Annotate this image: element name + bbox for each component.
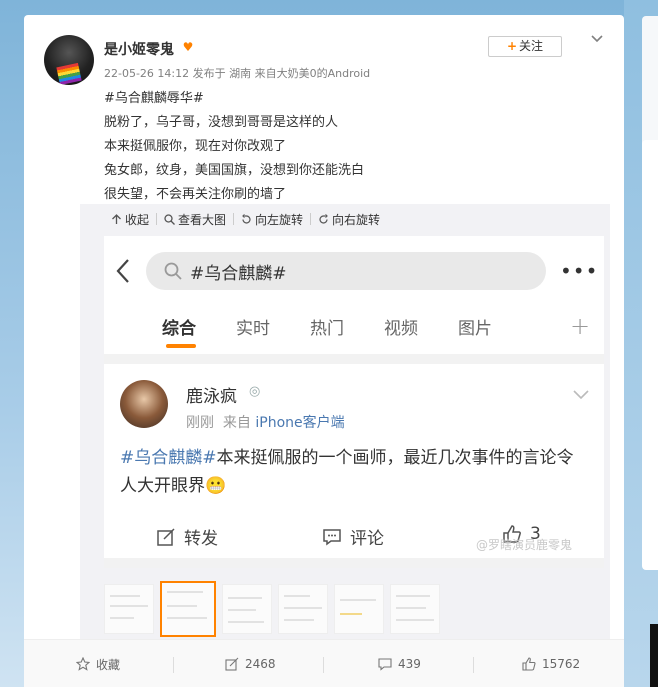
- side-dark-element: [650, 624, 658, 687]
- comment-button[interactable]: 439: [378, 640, 421, 687]
- screenshot-search-header: #乌合麒麟# ••• 综合 实时 热门 视频 图片 +: [104, 236, 604, 354]
- collapse-button[interactable]: 收起: [104, 204, 156, 234]
- divider: [323, 657, 324, 673]
- screenshot-post-author: 鹿泳疯: [186, 387, 237, 407]
- post-body: #乌合麒麟辱华# 脱粉了，乌子哥，没想到哥哥是这样的人 本来挺佩服你，现在对你改…: [104, 87, 604, 207]
- rotate-left-button[interactable]: 向左旋转: [234, 204, 310, 234]
- rainbow-flag-image: [56, 62, 82, 85]
- thumbnail[interactable]: [334, 584, 384, 634]
- tab-comprehensive: 综合: [162, 319, 196, 339]
- divider: [473, 657, 474, 673]
- comment-count: 439: [398, 657, 421, 671]
- tab-pictures: 图片: [458, 319, 492, 339]
- active-tab-indicator: [166, 344, 196, 348]
- avatar: [120, 380, 168, 428]
- screenshot-tabs: 综合 实时 热门 视频 图片: [162, 314, 532, 339]
- tab-hot: 热门: [310, 319, 344, 339]
- plus-icon: +: [570, 312, 591, 340]
- screenshot-search-box: #乌合麒麟#: [146, 252, 546, 290]
- magnifier-icon: [164, 213, 175, 225]
- screenshot-post-text: #乌合麒麟#本来挺佩服的一个画师，最近几次事件的言论令人大开眼界😬: [120, 444, 590, 500]
- emoji: 😬: [205, 476, 227, 496]
- thumbnail[interactable]: [222, 584, 272, 634]
- post-line: 兔女郎，纹身，美国国旗，没想到你还能洗白: [104, 163, 365, 178]
- repost-icon: [225, 657, 239, 671]
- repost-action: 转发: [156, 524, 218, 549]
- chevron-down-icon[interactable]: [590, 32, 604, 46]
- thumbs-up-icon: [522, 657, 536, 671]
- watermark: @罗瞎演员鹿零鬼: [476, 538, 573, 552]
- media-viewer: 收起 查看大图 向左旋转 向右旋转 #乌合麒麟# ••• 综合 实时 热门 视频…: [80, 204, 610, 640]
- source-prefix: 来自: [222, 415, 251, 431]
- view-large-button[interactable]: 查看大图: [157, 204, 233, 234]
- member-badge-icon: ◎: [249, 384, 261, 399]
- rotate-right-icon: [319, 213, 328, 224]
- username[interactable]: 是小姬零鬼: [104, 39, 174, 59]
- embedded-screenshot[interactable]: #乌合麒麟# ••• 综合 实时 热门 视频 图片 + 鹿泳疯 ◎ 刚刚 来自 …: [104, 236, 604, 568]
- post-line: 脱粉了，乌子哥，没想到哥哥是这样的人: [104, 115, 339, 130]
- like-count: 15762: [542, 657, 581, 671]
- collapse-label: 收起: [125, 212, 150, 227]
- comment-icon: [323, 528, 341, 545]
- media-toolbar: 收起 查看大图 向左旋转 向右旋转: [104, 204, 387, 234]
- tab-realtime: 实时: [236, 319, 270, 339]
- rotate-left-icon: [242, 213, 251, 224]
- vip-badge-icon[interactable]: ♥: [179, 39, 197, 55]
- post-hashtag-line[interactable]: #乌合麒麟辱华#: [104, 87, 604, 111]
- thumbnail[interactable]: [390, 584, 440, 634]
- image-thumbnails: [104, 581, 440, 637]
- thumbnail-selected[interactable]: [160, 581, 216, 637]
- rotate-right-button[interactable]: 向右旋转: [311, 204, 387, 234]
- rotate-left-label: 向左旋转: [255, 212, 304, 227]
- back-arrow-icon: [116, 258, 130, 288]
- favorite-button[interactable]: 收藏: [76, 640, 120, 687]
- post-line: 本来挺佩服你，现在对你改观了: [104, 139, 287, 154]
- avatar[interactable]: [44, 35, 94, 85]
- more-dots-icon: •••: [560, 259, 599, 283]
- edit-share-icon: [157, 527, 175, 546]
- search-icon: [164, 262, 182, 280]
- collapse-icon: [112, 213, 121, 224]
- follow-label: 关注: [519, 39, 544, 53]
- rotate-right-label: 向右旋转: [332, 212, 381, 227]
- tab-video: 视频: [384, 319, 418, 339]
- hashtag: #乌合麒麟#: [120, 448, 217, 468]
- post-time: 刚刚: [186, 415, 214, 431]
- comment-label: 评论: [350, 529, 384, 549]
- chevron-down-icon: [572, 386, 590, 405]
- post-footer-actions: 收藏 2468 439 15762: [24, 639, 624, 687]
- like-button[interactable]: 15762: [522, 640, 580, 687]
- star-icon: [76, 657, 90, 671]
- comment-action: 评论: [322, 524, 384, 549]
- repost-button[interactable]: 2468: [225, 640, 276, 687]
- side-card-middle: [642, 140, 658, 570]
- weibo-post-card: 是小姬零鬼 ♥ + 关注 22-05-26 14:12 发布于 湖南 来自大奶美0…: [24, 15, 624, 687]
- thumbnail[interactable]: [278, 584, 328, 634]
- source-client: iPhone客户端: [255, 415, 345, 431]
- search-query: #乌合麒麟#: [190, 264, 287, 284]
- follow-button[interactable]: + 关注: [488, 36, 562, 57]
- favorite-label: 收藏: [96, 657, 121, 672]
- view-large-label: 查看大图: [178, 212, 227, 227]
- repost-count: 2468: [245, 657, 276, 671]
- screenshot-post-meta: 刚刚 来自 iPhone客户端: [186, 412, 345, 432]
- repost-label: 转发: [184, 529, 218, 549]
- thumbnail[interactable]: [104, 584, 154, 634]
- divider: [173, 657, 174, 673]
- post-meta: 22-05-26 14:12 发布于 湖南 来自大奶美0的Android: [104, 67, 371, 80]
- comment-icon: [378, 658, 392, 671]
- screenshot-post: 鹿泳疯 ◎ 刚刚 来自 iPhone客户端 #乌合麒麟#本来挺佩服的一个画师，最…: [104, 364, 604, 558]
